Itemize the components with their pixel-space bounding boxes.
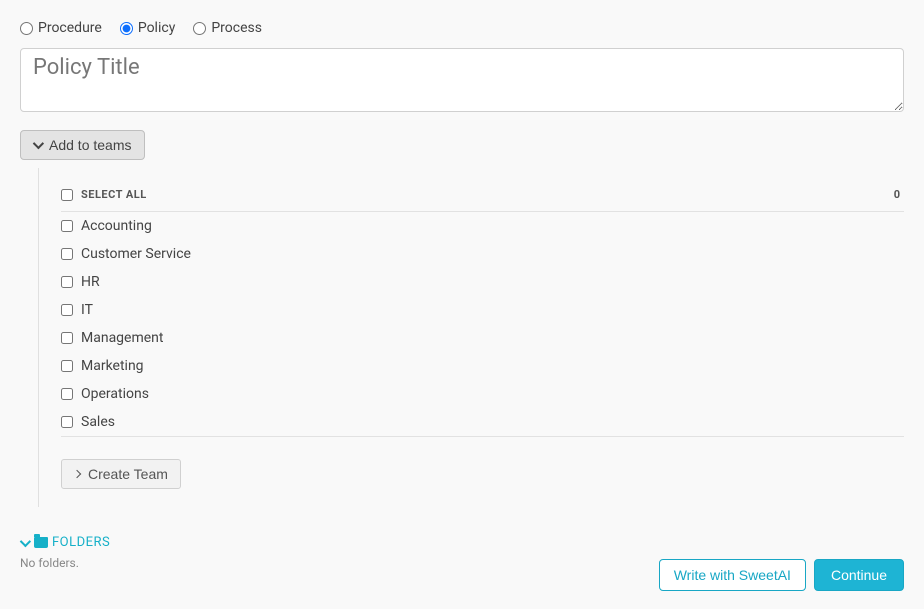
team-checkbox[interactable] [61,360,73,372]
select-all-label: SELECT ALL [81,188,147,201]
team-item[interactable]: IT [61,296,904,324]
chevron-down-icon [33,138,44,149]
teams-list: Accounting Customer Service HR IT Management… [61,212,904,437]
folders-label: FOLDERS [52,535,110,550]
team-item[interactable]: HR [61,268,904,296]
selected-count: 0 [894,188,900,201]
doc-type-radio-procedure[interactable] [20,22,33,35]
team-label: Sales [81,414,115,430]
doc-type-label: Process [211,20,262,36]
team-item[interactable]: Accounting [61,212,904,240]
folders-toggle[interactable]: FOLDERS [20,535,904,550]
teams-section: SELECT ALL 0 Accounting Customer Service H… [38,168,904,507]
team-item[interactable]: Management [61,324,904,352]
team-item[interactable]: Sales [61,408,904,436]
team-checkbox[interactable] [61,220,73,232]
team-checkbox[interactable] [61,276,73,288]
continue-button[interactable]: Continue [814,559,904,591]
write-with-ai-button[interactable]: Write with SweetAI [659,559,806,591]
doc-type-radio-process[interactable] [193,22,206,35]
create-team-button[interactable]: Create Team [61,459,181,489]
team-label: IT [81,302,93,318]
add-to-teams-toggle[interactable]: Add to teams [20,130,145,160]
doc-type-option-process[interactable]: Process [193,20,262,36]
doc-type-label: Procedure [38,20,102,36]
team-label: HR [81,274,100,290]
team-label: Management [81,330,163,346]
chevron-right-icon [73,470,81,478]
team-label: Accounting [81,218,152,234]
team-checkbox[interactable] [61,416,73,428]
select-all-checkbox[interactable] [61,189,73,201]
team-checkbox[interactable] [61,304,73,316]
footer-actions: Write with SweetAI Continue [659,559,904,591]
chevron-down-icon [20,535,31,546]
create-team-label: Create Team [88,466,168,482]
add-to-teams-label: Add to teams [49,137,132,153]
doc-type-radio-group: Procedure Policy Process [20,20,904,36]
select-all-row[interactable]: SELECT ALL 0 [61,180,904,212]
doc-type-option-procedure[interactable]: Procedure [20,20,102,36]
doc-type-radio-policy[interactable] [120,22,133,35]
team-label: Customer Service [81,246,191,262]
team-item[interactable]: Customer Service [61,240,904,268]
team-item[interactable]: Operations [61,380,904,408]
doc-type-option-policy[interactable]: Policy [120,20,176,36]
folder-icon [34,537,48,548]
team-checkbox[interactable] [61,388,73,400]
team-label: Operations [81,386,149,402]
team-checkbox[interactable] [61,248,73,260]
title-input[interactable] [20,48,904,112]
doc-type-label: Policy [138,20,176,36]
team-item[interactable]: Marketing [61,352,904,380]
team-label: Marketing [81,358,144,374]
team-checkbox[interactable] [61,332,73,344]
